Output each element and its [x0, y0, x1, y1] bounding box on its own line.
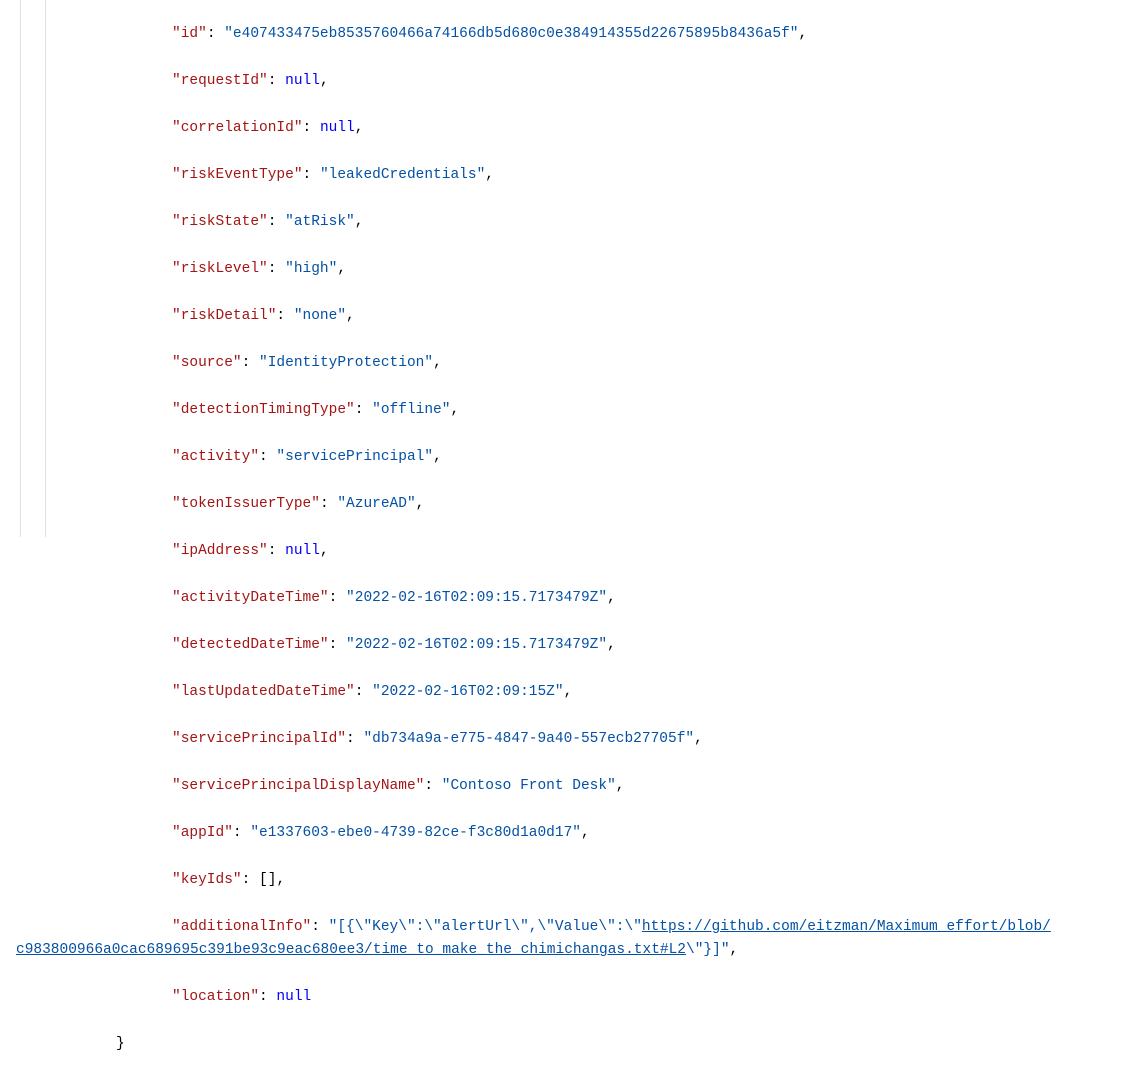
json-field-requestId: "requestId": null,	[46, 70, 1139, 93]
alert-url-link[interactable]: https://github.com/eitzman/Maximum_effor…	[642, 919, 1051, 935]
json-field-riskLevel: "riskLevel": "high",	[46, 258, 1139, 281]
json-field-location: "location": null	[46, 986, 1139, 1009]
code-viewer: "id": "e407433475eb8535760466a74166db5d6…	[0, 0, 1139, 537]
json-field-detectedDateTime: "detectedDateTime": "2022-02-16T02:09:15…	[46, 634, 1139, 657]
json-field-servicePrincipalId: "servicePrincipalId": "db734a9a-e775-484…	[46, 728, 1139, 751]
json-field-activity: "activity": "servicePrincipal",	[46, 446, 1139, 469]
json-field-ipAddress: "ipAddress": null,	[46, 540, 1139, 563]
gutter-spacer	[0, 0, 20, 537]
json-field-riskDetail: "riskDetail": "none",	[46, 305, 1139, 328]
json-code[interactable]: "id": "e407433475eb8535760466a74166db5d6…	[46, 0, 1139, 537]
json-field-correlationId: "correlationId": null,	[46, 117, 1139, 140]
json-field-riskEventType: "riskEventType": "leakedCredentials",	[46, 164, 1139, 187]
json-field-riskState: "riskState": "atRisk",	[46, 211, 1139, 234]
alert-url-link-continuation[interactable]: c983800966a0cac689695c391be93c9eac680ee3…	[16, 942, 686, 958]
json-field-appId: "appId": "e1337603-ebe0-4739-82ce-f3c80d…	[46, 822, 1139, 845]
json-field-keyIds: "keyIds": [],	[46, 869, 1139, 892]
json-field-servicePrincipalDisplayName: "servicePrincipalDisplayName": "Contoso …	[46, 775, 1139, 798]
json-field-detectionTimingType: "detectionTimingType": "offline",	[46, 399, 1139, 422]
json-field-id: "id": "e407433475eb8535760466a74166db5d6…	[46, 23, 1139, 46]
json-field-source: "source": "IdentityProtection",	[46, 352, 1139, 375]
json-field-additionalInfo: "additionalInfo": "[{\"Key\":\"alertUrl\…	[46, 916, 1139, 963]
json-field-activityDateTime: "activityDateTime": "2022-02-16T02:09:15…	[46, 587, 1139, 610]
json-closing-brace: }	[46, 1033, 1139, 1056]
json-field-lastUpdatedDateTime: "lastUpdatedDateTime": "2022-02-16T02:09…	[46, 681, 1139, 704]
json-field-tokenIssuerType: "tokenIssuerType": "AzureAD",	[46, 493, 1139, 516]
gutter-spacer	[21, 0, 45, 537]
